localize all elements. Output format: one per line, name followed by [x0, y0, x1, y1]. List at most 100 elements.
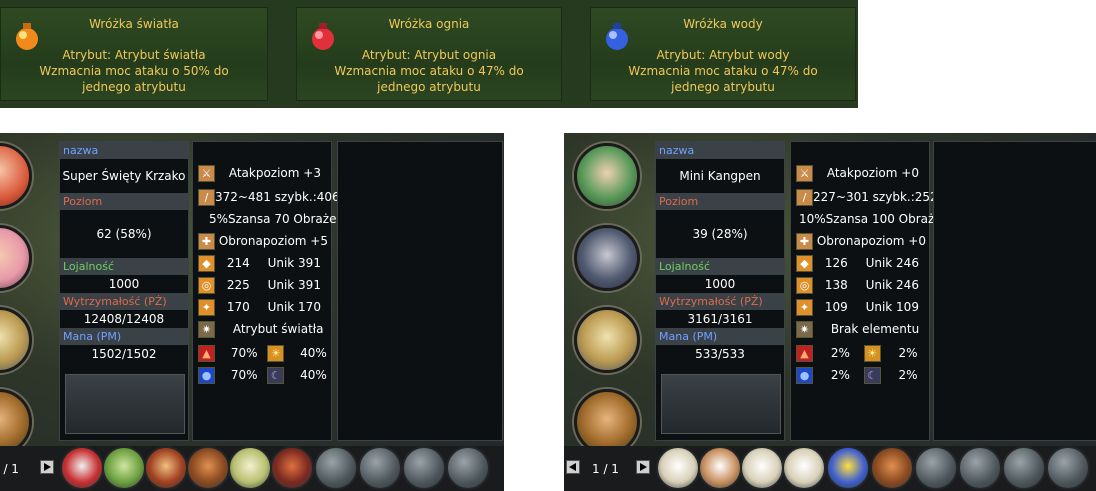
pet-slot[interactable]: [144, 446, 188, 490]
ranged-dodge: Unik 246: [865, 278, 919, 292]
ranged-dodge: Unik 391: [267, 278, 321, 292]
fire-resist-icon: ▲: [198, 345, 215, 362]
pet-detail-box: [337, 141, 503, 441]
pet-slot[interactable]: [270, 446, 314, 490]
defence-icon: ✚: [198, 233, 215, 250]
light-resist: 2%: [898, 346, 918, 360]
mp-label: Mana (PM): [60, 328, 188, 345]
page-number: 1 / 1: [0, 462, 19, 476]
empty-pet-slot[interactable]: [446, 446, 490, 490]
damage-value: 227~301 szybk.:252: [813, 190, 938, 204]
element-icon: ✷: [796, 321, 813, 338]
pet-level: 62 (58%): [96, 227, 152, 241]
defence-level: Obronapoziom +0: [816, 234, 926, 248]
pet-name: Super Święty Krzako: [62, 169, 186, 183]
pet-detail-box: [933, 141, 1096, 441]
pet-panel-left: nazwa Super Święty Krzako Poziom 62 (58%…: [0, 133, 504, 491]
empty-pet-slot[interactable]: [358, 446, 402, 490]
dark-resist-icon: ☾: [863, 367, 881, 384]
water-resist: 70%: [230, 368, 258, 382]
name-label: nazwa: [60, 142, 188, 159]
water-resist-icon: ●: [198, 367, 215, 384]
pet-stats-box: ⚔ Atakpoziom +3 /372~481 szybk.:406 5%Sz…: [192, 141, 355, 441]
empty-pet-slot[interactable]: [958, 446, 1002, 490]
light-resist-icon: ☀: [267, 345, 285, 362]
pet-slot[interactable]: [782, 446, 826, 490]
prev-page-button[interactable]: [566, 460, 580, 474]
empty-pet-slot[interactable]: [1002, 446, 1046, 490]
pet-stats-box: ⚔ Atakpoziom +0 /227~301 szybk.:252 10%S…: [790, 141, 960, 441]
level-label: Poziom: [60, 193, 188, 210]
loyalty-label: Lojalność: [60, 258, 188, 275]
next-page-button[interactable]: [636, 460, 650, 474]
element-value: Brak elementu: [830, 322, 920, 336]
pet-slot[interactable]: [870, 446, 914, 490]
pet-slot[interactable]: [228, 446, 272, 490]
level-label: Poziom: [656, 193, 784, 210]
fire-potion-icon: [307, 20, 339, 52]
magic-defence: 170: [226, 300, 250, 314]
empty-pet-slot[interactable]: [314, 446, 358, 490]
ranged-defence-icon: ◎: [198, 277, 215, 294]
pet-slot[interactable]: [740, 446, 784, 490]
dark-resist: 40%: [300, 368, 327, 382]
attack-icon: ⚔: [796, 165, 813, 182]
pet-slot[interactable]: [102, 446, 146, 490]
pet-loyalty: 1000: [704, 277, 736, 291]
pet-slot[interactable]: [826, 446, 870, 490]
defence-icon: ✚: [796, 233, 813, 250]
melee-defence: 214: [226, 256, 250, 270]
magic-defence: 109: [824, 300, 848, 314]
pet-slot-box: [661, 374, 781, 434]
page-number: 1 / 1: [592, 462, 619, 476]
light-potion-icon: [11, 20, 43, 52]
name-label: nazwa: [656, 142, 784, 159]
light-resist-icon: ☀: [863, 345, 881, 362]
pet-hp: 3161/3161: [687, 312, 753, 326]
attack-level: Atakpoziom +3: [228, 166, 321, 180]
ranged-defence: 138: [824, 278, 848, 292]
pet-mp: 533/533: [695, 347, 745, 361]
crit-value: 5%Szansa 70 Obrażenia: [209, 212, 355, 226]
hp-label: Wytrzymałość (PŻ): [60, 293, 188, 310]
pet-slot[interactable]: [656, 446, 700, 490]
pet-portrait[interactable]: [574, 225, 640, 291]
pet-mp: 1502/1502: [91, 347, 157, 361]
pet-slot[interactable]: [186, 446, 230, 490]
defence-level: Obronapoziom +5: [218, 234, 328, 248]
tooltip-light-fairy: Wróżka światła Atrybut: Atrybut światła …: [0, 7, 268, 101]
element-icon: ✷: [198, 321, 215, 338]
fire-resist: 2%: [830, 346, 850, 360]
pet-slot-box: [65, 374, 185, 434]
fire-resist-icon: ▲: [796, 345, 813, 362]
pet-slot[interactable]: [60, 446, 104, 490]
pet-level: 39 (28%): [692, 227, 748, 241]
pet-info-box: nazwa Mini Kangpen Poziom 39 (28%) Lojal…: [655, 141, 785, 441]
tooltip-fire-fairy: Wróżka ognia Atrybut: Atrybut ognia Wzma…: [296, 7, 562, 101]
ranged-defence: 225: [226, 278, 250, 292]
attack-level: Atakpoziom +0: [826, 166, 919, 180]
magic-dodge: Unik 109: [865, 300, 919, 314]
empty-pet-slot[interactable]: [402, 446, 446, 490]
hp-label: Wytrzymałość (PŻ): [656, 293, 784, 310]
pet-portrait[interactable]: [574, 143, 640, 209]
pet-slot[interactable]: [698, 446, 742, 490]
melee-dodge: Unik 391: [267, 256, 321, 270]
mp-label: Mana (PM): [656, 328, 784, 345]
dark-resist: 2%: [898, 368, 918, 382]
next-page-button[interactable]: [40, 460, 54, 474]
pet-info-box: nazwa Super Święty Krzako Poziom 62 (58%…: [59, 141, 189, 441]
tooltip-desc-line2: jednego atrybutu: [377, 80, 481, 94]
empty-pet-slot[interactable]: [1046, 446, 1090, 490]
empty-pet-slot[interactable]: [914, 446, 958, 490]
tooltip-desc-line1: Wzmacnia moc ataku o 47% do: [628, 64, 818, 78]
ranged-defence-icon: ◎: [796, 277, 813, 294]
melee-defence-icon: ◆: [198, 255, 215, 272]
damage-value: 372~481 szybk.:406: [215, 190, 340, 204]
element-value: Atrybut światła: [232, 322, 324, 336]
tooltip-desc-line2: jednego atrybutu: [82, 80, 186, 94]
melee-defence-icon: ◆: [796, 255, 813, 272]
pet-portrait[interactable]: [574, 307, 640, 373]
pet-loyalty: 1000: [108, 277, 140, 291]
pet-hp: 12408/12408: [83, 312, 165, 326]
